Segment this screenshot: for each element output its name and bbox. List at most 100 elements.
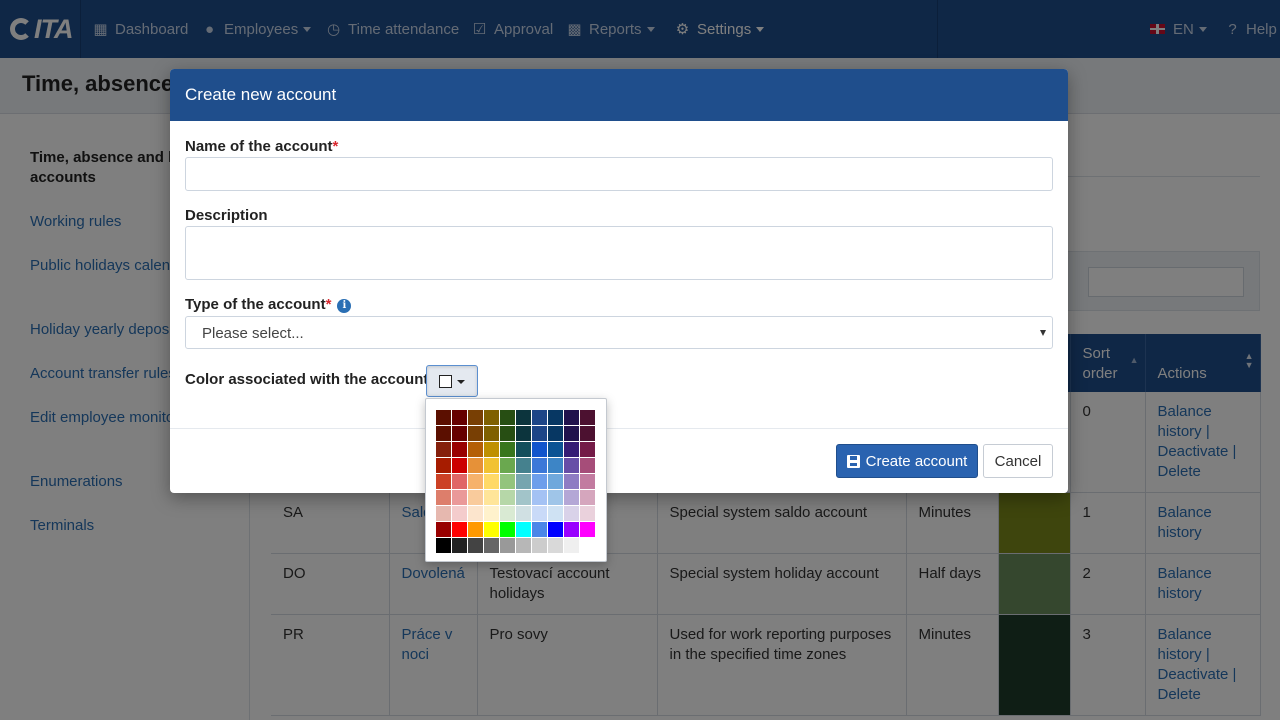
color-swatch[interactable] — [564, 522, 579, 537]
color-swatch[interactable] — [516, 426, 531, 441]
account-name-input[interactable] — [185, 157, 1053, 191]
color-swatch[interactable] — [564, 426, 579, 441]
color-swatch[interactable] — [548, 442, 563, 457]
color-swatch[interactable] — [564, 506, 579, 521]
color-swatch[interactable] — [500, 458, 515, 473]
color-swatch[interactable] — [452, 426, 467, 441]
color-swatch[interactable] — [516, 506, 531, 521]
color-swatch[interactable] — [516, 410, 531, 425]
color-swatch[interactable] — [500, 538, 515, 553]
create-account-dialog: Create new account Name of the account* … — [170, 69, 1068, 493]
color-swatch[interactable] — [436, 426, 451, 441]
color-swatch[interactable] — [516, 522, 531, 537]
color-swatch[interactable] — [468, 506, 483, 521]
color-swatch[interactable] — [436, 458, 451, 473]
color-swatch[interactable] — [436, 410, 451, 425]
color-swatch[interactable] — [484, 538, 499, 553]
color-swatch[interactable] — [468, 426, 483, 441]
color-swatch[interactable] — [516, 474, 531, 489]
color-swatch[interactable] — [532, 538, 547, 553]
color-swatch[interactable] — [500, 506, 515, 521]
color-swatch[interactable] — [548, 506, 563, 521]
color-swatch[interactable] — [484, 506, 499, 521]
color-swatch[interactable] — [532, 506, 547, 521]
color-swatch[interactable] — [580, 522, 595, 537]
color-picker-button[interactable] — [426, 365, 478, 397]
color-swatch[interactable] — [468, 522, 483, 537]
color-swatch[interactable] — [468, 458, 483, 473]
color-swatch[interactable] — [532, 490, 547, 505]
color-swatch[interactable] — [500, 426, 515, 441]
color-swatch[interactable] — [532, 522, 547, 537]
create-account-button[interactable]: Create account — [836, 444, 978, 478]
color-swatch[interactable] — [484, 458, 499, 473]
color-swatch[interactable] — [548, 410, 563, 425]
description-textarea[interactable] — [185, 226, 1053, 280]
color-swatch[interactable] — [468, 490, 483, 505]
color-swatch[interactable] — [500, 410, 515, 425]
color-swatch[interactable] — [484, 426, 499, 441]
color-swatch[interactable] — [564, 474, 579, 489]
color-swatch[interactable] — [436, 442, 451, 457]
color-swatch[interactable] — [564, 442, 579, 457]
account-name-label-text: Name of the account — [185, 138, 333, 155]
color-swatch[interactable] — [468, 410, 483, 425]
color-swatch[interactable] — [436, 506, 451, 521]
color-swatch[interactable] — [436, 474, 451, 489]
color-swatch[interactable] — [468, 538, 483, 553]
color-swatch[interactable] — [468, 474, 483, 489]
color-swatch[interactable] — [580, 458, 595, 473]
color-swatch[interactable] — [484, 442, 499, 457]
color-swatch[interactable] — [580, 410, 595, 425]
color-swatch[interactable] — [580, 538, 595, 553]
color-swatch[interactable] — [468, 442, 483, 457]
color-swatch[interactable] — [452, 410, 467, 425]
color-swatch[interactable] — [532, 410, 547, 425]
color-swatch[interactable] — [452, 458, 467, 473]
color-swatch[interactable] — [484, 490, 499, 505]
color-swatch[interactable] — [436, 522, 451, 537]
color-swatch[interactable] — [548, 490, 563, 505]
color-swatch[interactable] — [580, 426, 595, 441]
color-swatch[interactable] — [452, 522, 467, 537]
color-swatch[interactable] — [500, 522, 515, 537]
color-swatch[interactable] — [452, 442, 467, 457]
color-swatch[interactable] — [564, 458, 579, 473]
color-swatch[interactable] — [564, 538, 579, 553]
color-swatch[interactable] — [484, 474, 499, 489]
color-swatch[interactable] — [500, 490, 515, 505]
color-swatch[interactable] — [436, 538, 451, 553]
account-type-select[interactable]: Please select... — [185, 316, 1053, 349]
color-swatch[interactable] — [564, 410, 579, 425]
color-swatch[interactable] — [580, 474, 595, 489]
color-swatch[interactable] — [452, 490, 467, 505]
color-swatch[interactable] — [452, 538, 467, 553]
color-swatch[interactable] — [500, 442, 515, 457]
color-swatch[interactable] — [532, 474, 547, 489]
color-swatch[interactable] — [548, 538, 563, 553]
color-swatch[interactable] — [436, 490, 451, 505]
color-swatch[interactable] — [532, 442, 547, 457]
color-swatch[interactable] — [548, 426, 563, 441]
color-swatch[interactable] — [532, 458, 547, 473]
color-swatch[interactable] — [580, 442, 595, 457]
color-swatch[interactable] — [484, 410, 499, 425]
color-swatch[interactable] — [484, 522, 499, 537]
color-swatch[interactable] — [548, 458, 563, 473]
color-swatch[interactable] — [548, 522, 563, 537]
color-swatch[interactable] — [580, 506, 595, 521]
color-swatch[interactable] — [532, 426, 547, 441]
color-swatch[interactable] — [516, 538, 531, 553]
color-swatch[interactable] — [452, 474, 467, 489]
color-swatch[interactable] — [548, 474, 563, 489]
color-swatch[interactable] — [516, 442, 531, 457]
color-swatch[interactable] — [500, 474, 515, 489]
color-swatch[interactable] — [516, 458, 531, 473]
color-swatch[interactable] — [580, 490, 595, 505]
info-icon[interactable]: i — [337, 299, 352, 313]
color-swatch[interactable] — [564, 490, 579, 505]
color-swatch[interactable] — [452, 506, 467, 521]
cancel-button[interactable]: Cancel — [983, 444, 1053, 478]
color-swatch[interactable] — [516, 490, 531, 505]
required-marker: * — [332, 138, 339, 155]
